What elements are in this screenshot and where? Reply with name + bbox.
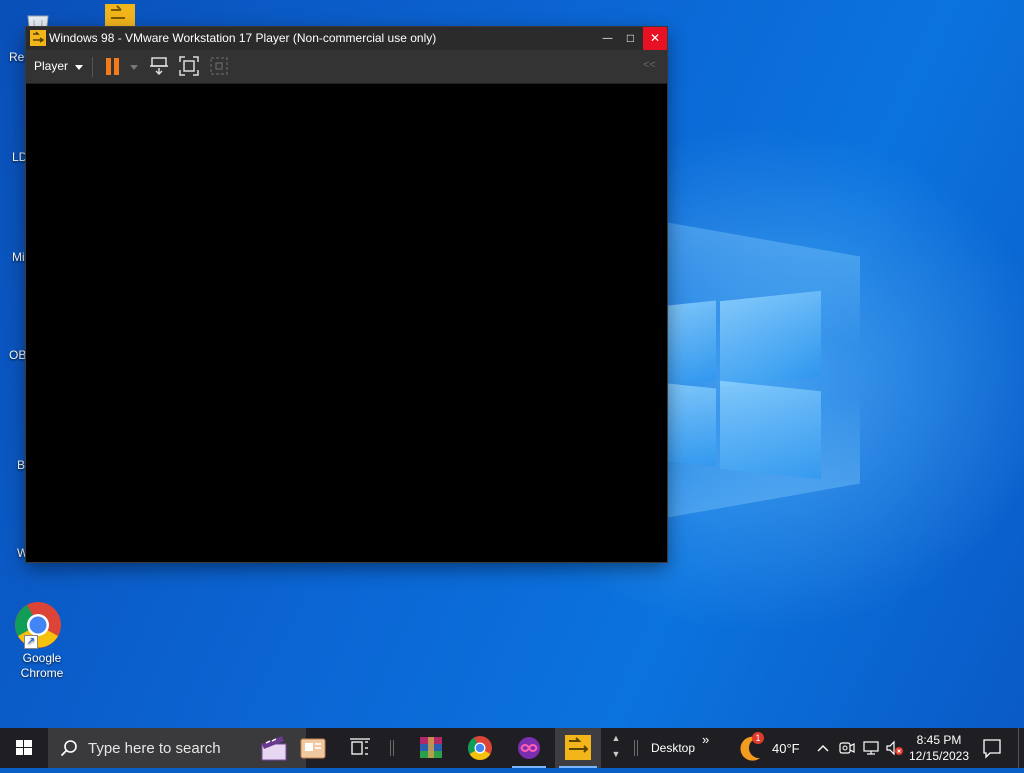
show-desktop-button[interactable]: [1018, 728, 1024, 768]
search-placeholder: Type here to search: [88, 740, 221, 757]
windows-logo-pane: [720, 290, 821, 388]
desktop-icon-label: Google Chrome: [20, 651, 64, 680]
weather-temperature: 40°F: [772, 741, 800, 756]
clock-date: 12/15/2023: [908, 749, 970, 763]
vmware-player-window: Windows 98 - VMware Workstation 17 Playe…: [26, 27, 667, 562]
taskbar-divider: [637, 740, 638, 756]
volume-muted-icon[interactable]: [885, 740, 905, 756]
vm-display[interactable]: [26, 84, 667, 562]
desktop-icon-google-chrome[interactable]: ↗ Google Chrome: [3, 601, 73, 681]
news-widget-icon: [300, 736, 326, 760]
chevron-up-icon[interactable]: ▲: [609, 730, 623, 746]
taskbar-divider: [634, 740, 635, 756]
chrome-icon: ↗: [14, 601, 62, 649]
maximize-button[interactable]: □: [619, 27, 642, 50]
windows-logo-pane: [720, 380, 821, 480]
send-ctrl-alt-del-icon[interactable]: [149, 56, 169, 76]
taskbar-winrar[interactable]: [408, 728, 454, 768]
notifications-button[interactable]: [978, 728, 1006, 768]
desktop-toolbar-chevron[interactable]: »: [702, 732, 709, 747]
taskbar-google-chrome[interactable]: [457, 728, 503, 768]
task-view-button[interactable]: [337, 728, 383, 768]
vmware-icon: [565, 735, 591, 760]
taskbar-vmware-player[interactable]: [555, 728, 601, 768]
taskbar-clock[interactable]: 8:45 PM 12/15/2023: [904, 732, 974, 764]
chevron-up-icon: [817, 745, 829, 752]
player-toolbar: Player <<: [26, 50, 667, 84]
full-screen-icon[interactable]: [179, 56, 199, 76]
shortcut-arrow-icon: ↗: [24, 635, 38, 649]
taskbar-search-box[interactable]: Type here to search: [48, 728, 326, 768]
start-button[interactable]: [0, 728, 48, 768]
chevron-down-icon[interactable]: ▼: [609, 746, 623, 762]
show-hidden-icons-button[interactable]: [815, 740, 831, 756]
desktop-toolbar-label[interactable]: Desktop: [651, 741, 695, 755]
close-button[interactable]: ✕: [643, 27, 667, 50]
windows-logo-pane: [668, 383, 716, 467]
search-icon: [60, 739, 78, 757]
infinity-app-icon: [518, 737, 540, 759]
windows-logo-pane: [668, 300, 716, 386]
pause-button[interactable]: [105, 58, 121, 75]
player-menu-button[interactable]: Player: [34, 59, 68, 73]
taskbar-divider: [393, 740, 394, 756]
network-icon[interactable]: [862, 740, 880, 756]
window-titlebar[interactable]: Windows 98 - VMware Workstation 17 Playe…: [26, 27, 667, 50]
minimize-button[interactable]: —: [596, 27, 619, 50]
weather-alert-badge: 1: [752, 732, 764, 744]
winrar-icon: [420, 737, 442, 758]
taskbar-divider: [390, 740, 391, 756]
weather-widget[interactable]: 1 40°F: [738, 732, 806, 764]
task-view-icon: [350, 738, 370, 755]
window-title: Windows 98 - VMware Workstation 17 Playe…: [49, 31, 437, 45]
vmware-icon: [30, 30, 46, 46]
taskbar-app-infinity[interactable]: [506, 728, 552, 768]
windows-icon: [16, 740, 32, 755]
chevron-down-icon[interactable]: [75, 65, 83, 70]
chrome-icon: [467, 736, 492, 761]
action-center-icon: [983, 739, 1001, 759]
meet-now-icon[interactable]: [838, 740, 856, 756]
clock-time: 8:45 PM: [916, 733, 962, 747]
clapperboard-icon: [260, 734, 290, 762]
taskbar-scroll-arrows[interactable]: ▲ ▼: [609, 730, 623, 766]
toolbar-divider: [92, 57, 93, 77]
unity-mode-icon: [209, 56, 229, 76]
collapse-toolbar-button[interactable]: <<: [643, 59, 656, 71]
power-options-chevron-icon[interactable]: [130, 65, 138, 70]
taskbar: Type here to search ▲ ▼ Desktop » 1 40°F…: [0, 728, 1024, 768]
